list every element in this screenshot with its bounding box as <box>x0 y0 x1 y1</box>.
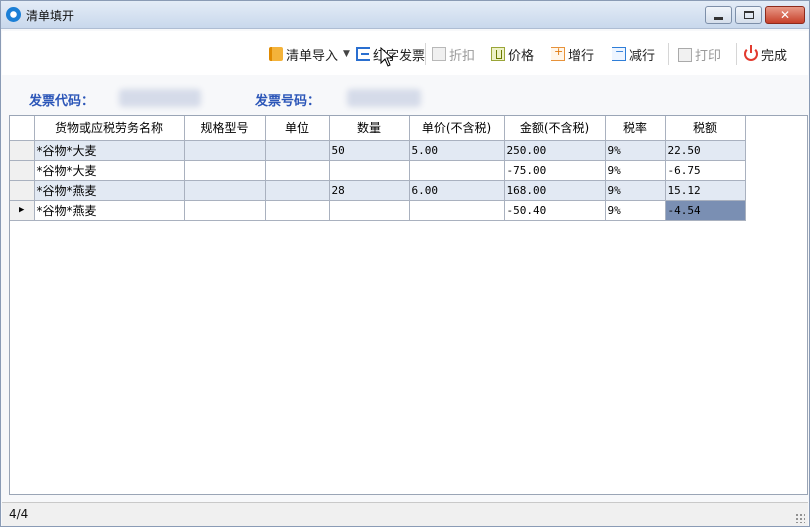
minimize-button[interactable] <box>705 6 732 24</box>
add-row-label: 增行 <box>568 48 595 64</box>
cell-amount[interactable]: -75.00 <box>504 160 606 181</box>
column-header-spec[interactable]: 规格型号 <box>184 116 266 141</box>
resize-grip-icon[interactable] <box>795 513 805 523</box>
row-header-corner <box>10 116 35 141</box>
discount-label: 折扣 <box>449 48 476 64</box>
cell-unit-price[interactable] <box>409 200 505 221</box>
invoice-code-label: 发票代码： <box>29 94 95 109</box>
cell-tax-rate[interactable]: 9% <box>605 160 666 181</box>
cell-tax-rate[interactable]: 9% <box>605 140 666 161</box>
toolbar-divider <box>668 43 669 65</box>
current-row-indicator[interactable]: ▶ <box>10 200 35 221</box>
maximize-icon <box>743 11 754 19</box>
maximize-button[interactable] <box>735 6 762 24</box>
cell-unit[interactable] <box>265 180 330 201</box>
table-row[interactable]: *谷物*大麦 -75.00 9% -6.75 <box>10 160 746 181</box>
toolbar-divider <box>736 43 737 65</box>
table-row-current[interactable]: ▶ *谷物*燕麦 -50.40 9% -4.54 <box>10 200 746 221</box>
cell-spec[interactable] <box>184 160 266 181</box>
window-controls: ✕ <box>705 6 805 24</box>
cell-tax[interactable]: 22.50 <box>665 140 746 161</box>
invoice-number-label: 发票号码： <box>255 94 321 109</box>
window-title: 清单填开 <box>26 9 75 23</box>
cell-name[interactable]: *谷物*大麦 <box>34 140 185 161</box>
items-table: 货物或应税劳务名称 规格型号 单位 数量 单价(不含税) 金额(不含税) 税率 … <box>10 116 746 221</box>
cell-quantity[interactable] <box>329 160 410 181</box>
price-icon <box>491 47 505 61</box>
finish-button[interactable]: 完成 <box>744 44 787 64</box>
cell-tax[interactable]: -6.75 <box>665 160 746 181</box>
minimize-icon <box>714 16 723 20</box>
add-row-button[interactable]: 增行 <box>551 44 594 64</box>
close-icon: ✕ <box>779 8 791 22</box>
discount-icon <box>432 47 446 61</box>
discount-button[interactable]: 折扣 <box>432 44 475 64</box>
column-header-unit-price[interactable]: 单价(不含税) <box>409 116 505 141</box>
price-button[interactable]: 价格 <box>491 44 534 64</box>
delete-row-button[interactable]: 减行 <box>612 44 655 64</box>
cell-tax-rate[interactable]: 9% <box>605 180 666 201</box>
printer-icon <box>678 48 692 62</box>
cell-tax-selected[interactable]: -4.54 <box>665 200 746 221</box>
close-button[interactable]: ✕ <box>765 6 805 24</box>
cell-name[interactable]: *谷物*燕麦 <box>34 200 185 221</box>
print-button[interactable]: 打印 <box>678 44 721 64</box>
cell-quantity[interactable]: 28 <box>329 180 410 201</box>
toolbar-divider <box>425 43 426 65</box>
cell-unit-price[interactable]: 6.00 <box>409 180 505 201</box>
toolbar: 清单导入 ▼ 红字发票 折扣 价格 增行 减行 打印 <box>2 31 808 75</box>
cell-unit[interactable] <box>265 160 330 181</box>
record-counter: 4/4 <box>9 507 29 521</box>
invoice-number-redacted <box>347 89 421 107</box>
cell-unit[interactable] <box>265 140 330 161</box>
list-import-button[interactable]: 清单导入 ▼ <box>269 44 350 64</box>
cell-amount[interactable]: 250.00 <box>504 140 606 161</box>
column-header-tax[interactable]: 税额 <box>665 116 746 141</box>
red-invoice-icon <box>356 47 370 61</box>
chevron-down-icon[interactable]: ▼ <box>343 49 350 59</box>
invoice-items-grid[interactable]: 货物或应税劳务名称 规格型号 单位 数量 单价(不含税) 金额(不含税) 税率 … <box>9 115 808 495</box>
cell-unit[interactable] <box>265 200 330 221</box>
price-label: 价格 <box>508 48 535 64</box>
app-logo-icon <box>6 7 21 22</box>
table-row[interactable]: *谷物*大麦 50 5.00 250.00 9% 22.50 <box>10 140 746 161</box>
cell-amount[interactable]: -50.40 <box>504 200 606 221</box>
cell-tax-rate[interactable]: 9% <box>605 200 666 221</box>
title-bar[interactable]: 清单填开 ✕ <box>1 1 809 29</box>
delete-row-label: 减行 <box>629 48 656 64</box>
column-header-name[interactable]: 货物或应税劳务名称 <box>34 116 185 141</box>
cell-quantity[interactable] <box>329 200 410 221</box>
table-header-row: 货物或应税劳务名称 规格型号 单位 数量 单价(不含税) 金额(不含税) 税率 … <box>10 116 746 141</box>
invoice-code-redacted <box>119 89 201 107</box>
add-row-icon <box>551 45 565 61</box>
column-header-unit[interactable]: 单位 <box>265 116 330 141</box>
column-header-tax-rate[interactable]: 税率 <box>605 116 666 141</box>
cell-spec[interactable] <box>184 200 266 221</box>
status-bar: 4/4 <box>2 502 808 526</box>
cell-unit-price[interactable]: 5.00 <box>409 140 505 161</box>
cell-tax[interactable]: 15.12 <box>665 180 746 201</box>
row-indicator[interactable] <box>10 140 35 161</box>
cell-quantity[interactable]: 50 <box>329 140 410 161</box>
table-row[interactable]: *谷物*燕麦 28 6.00 168.00 9% 15.12 <box>10 180 746 201</box>
mouse-pointer-icon <box>380 47 394 67</box>
power-icon <box>744 45 758 61</box>
cell-name[interactable]: *谷物*燕麦 <box>34 180 185 201</box>
finish-label: 完成 <box>761 48 788 64</box>
row-indicator[interactable] <box>10 180 35 201</box>
column-header-amount[interactable]: 金额(不含税) <box>504 116 606 141</box>
invoice-list-window: 清单填开 ✕ 清单导入 ▼ 红字发票 折扣 价格 增行 <box>0 0 810 527</box>
cell-amount[interactable]: 168.00 <box>504 180 606 201</box>
column-header-quantity[interactable]: 数量 <box>329 116 410 141</box>
cell-unit-price[interactable] <box>409 160 505 181</box>
print-label: 打印 <box>695 48 722 64</box>
row-indicator[interactable] <box>10 160 35 181</box>
cell-spec[interactable] <box>184 180 266 201</box>
cell-name[interactable]: *谷物*大麦 <box>34 160 185 181</box>
import-icon <box>269 47 283 61</box>
list-import-label: 清单导入 <box>286 48 339 64</box>
delete-row-icon <box>612 45 626 61</box>
cell-spec[interactable] <box>184 140 266 161</box>
